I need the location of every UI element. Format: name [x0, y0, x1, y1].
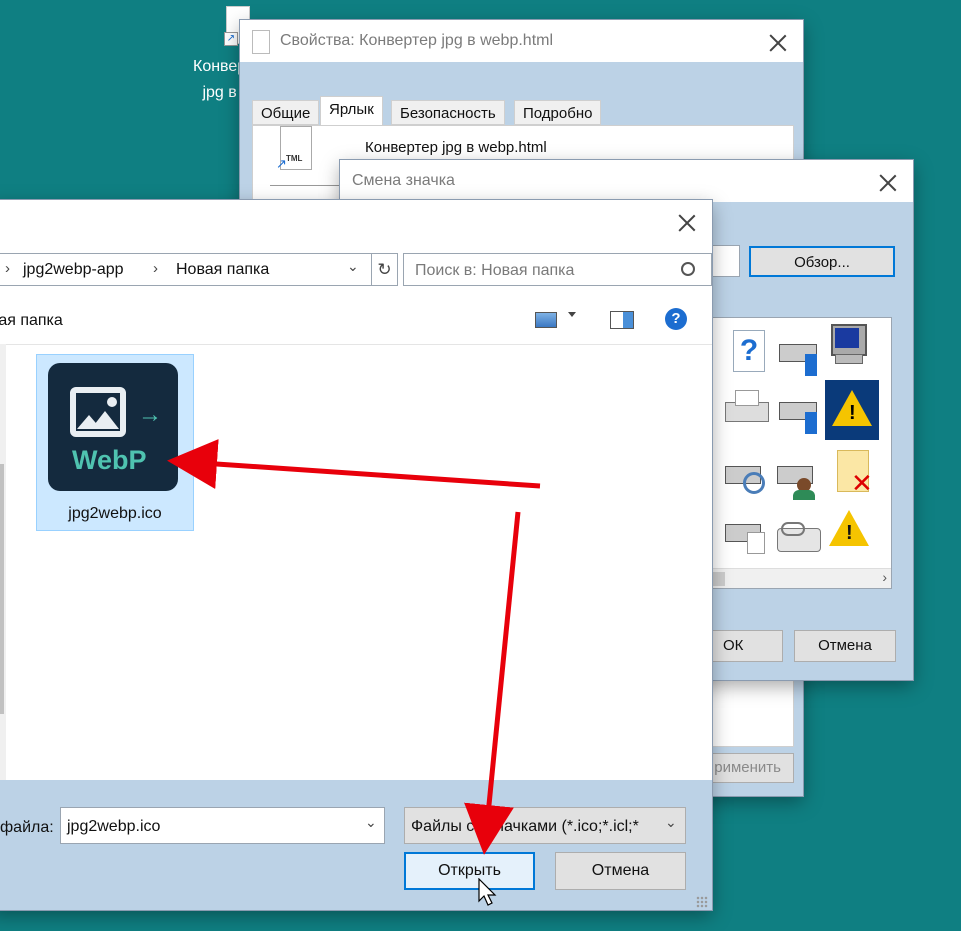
annotation-arrows	[167, 439, 541, 855]
arrow-to-file	[167, 439, 541, 489]
cursor-icon	[478, 878, 497, 906]
arrow-to-open-button	[464, 511, 521, 855]
